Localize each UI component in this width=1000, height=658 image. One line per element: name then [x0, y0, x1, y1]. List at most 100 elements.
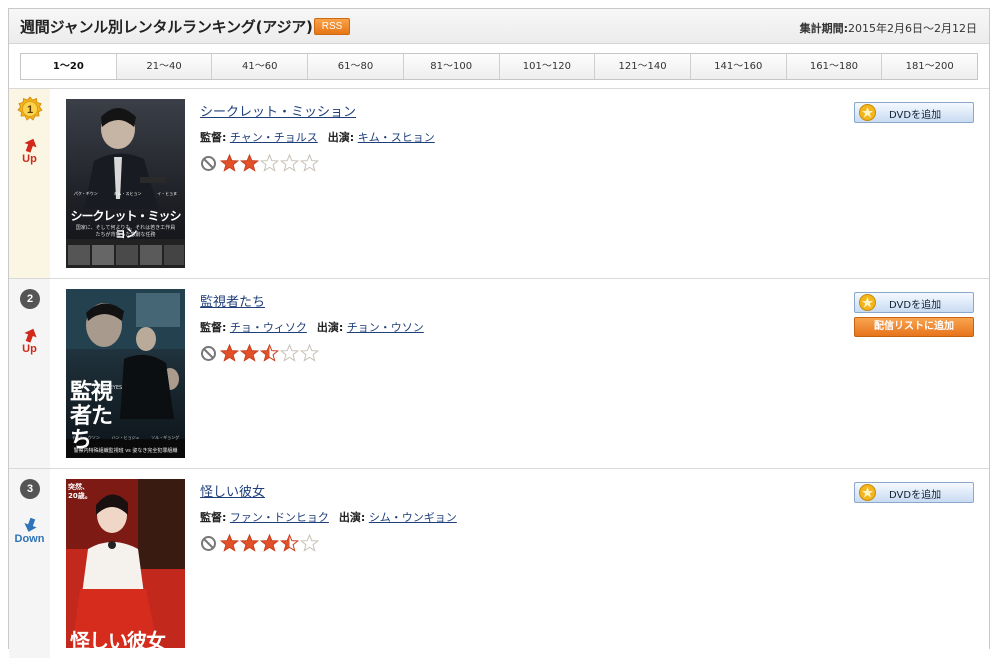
credits: 監督: チョ・ウィソク 出演: チョン・ウソン [200, 319, 434, 335]
trend-indicator: Down [9, 517, 50, 545]
rating-star-icon[interactable] [220, 154, 239, 172]
poster-tagline: 突然、20歳。 [68, 483, 92, 500]
tab-101-120[interactable]: 101～120 [498, 54, 595, 79]
rating-star-icon[interactable] [300, 344, 319, 362]
poster-tagline: 警察内特殊組織監視班 vs 姿なき完全犯罪組織 [73, 448, 178, 454]
trend-label: Down [14, 533, 45, 545]
ranking-row: 3 Down 突然、20歳。 怪しい彼女 怪しい彼女 監督: ファン・ドンヒョク… [9, 468, 989, 658]
ranking-row: 1 Up シークレット・ミッション 国家に、そして何よりも、それは若き工作員たち… [9, 88, 989, 278]
director-label: 監督: [200, 131, 227, 144]
period-label: 集計期間: [799, 22, 848, 35]
trend-label: Up [22, 153, 37, 165]
poster-cast: チョン・ウソン ハン・ヒョジュ ソル・ギョング [71, 435, 180, 440]
rating-star-icon[interactable] [280, 534, 299, 552]
rss-button[interactable]: RSS [314, 18, 350, 35]
star-rating [200, 534, 467, 552]
add-to-stream-list-button[interactable]: 配信リストに追加 [854, 317, 974, 337]
arrow-up-icon [23, 328, 37, 343]
rating-star-icon[interactable] [220, 534, 239, 552]
movie-title-link[interactable]: シークレット・ミッション [200, 101, 445, 120]
not-interested-icon[interactable] [200, 155, 217, 172]
star-rating [200, 344, 434, 362]
movie-poster[interactable]: 監視者たち COLD EYES チョン・ウソン ハン・ヒョジュ ソル・ギョング 警察… [66, 289, 185, 458]
add-dvd-button[interactable]: DVDを追加 [854, 482, 974, 503]
rank-range-tabs: 1～20 21～40 41～60 61～80 81～100 101～120 12… [20, 53, 978, 80]
period-value: 2015年2月6日～2月12日 [848, 22, 977, 35]
rating-star-icon[interactable] [240, 154, 259, 172]
trend-label: Up [22, 343, 37, 355]
director-label: 監督: [200, 511, 227, 524]
ranking-panel: 週間ジャンル別レンタルランキング(アジア) RSS 集計期間:2015年2月6日… [8, 8, 990, 658]
movie-info: 監視者たち 監督: チョ・ウィソク 出演: チョン・ウソン [200, 291, 434, 362]
director-label: 監督: [200, 321, 227, 334]
poster-cast: パク・ギウン キム・スヒョン イ・ヒョヌ [73, 191, 178, 196]
rating-star-icon[interactable] [220, 344, 239, 362]
star-coin-icon [859, 484, 876, 501]
cast-link[interactable]: チョン・ウソン [347, 321, 424, 334]
tab-81-100[interactable]: 81～100 [402, 54, 499, 79]
not-interested-icon[interactable] [200, 345, 217, 362]
panel-header: 週間ジャンル別レンタルランキング(アジア) RSS 集計期間:2015年2月6日… [9, 9, 989, 44]
rating-star-icon[interactable] [280, 154, 299, 172]
movie-title-link[interactable]: 怪しい彼女 [200, 481, 467, 500]
gold-rank-badge-icon: 1 [17, 96, 43, 121]
rating-star-icon[interactable] [300, 154, 319, 172]
poster-title: 怪しい彼女 [70, 629, 166, 648]
ranking-row: 2 Up 監視者たち COLD EYES チョン・ウソン ハン・ヒョジュ ソル・… [9, 278, 989, 468]
cast-label: 出演: [316, 321, 344, 334]
rating-star-icon[interactable] [240, 534, 259, 552]
credits: 監督: ファン・ドンヒョク 出演: シム・ウンギョン [200, 509, 467, 525]
tab-161-180[interactable]: 161～180 [785, 54, 882, 79]
poster-subtitle: COLD EYES [94, 385, 123, 391]
tab-181-200[interactable]: 181～200 [881, 54, 978, 79]
tab-41-60[interactable]: 41～60 [211, 54, 308, 79]
period-info: 集計期間:2015年2月6日～2月12日 [800, 20, 977, 36]
rating-star-icon[interactable] [280, 344, 299, 362]
page-title: 週間ジャンル別レンタルランキング(アジア) [20, 18, 313, 36]
add-dvd-label: DVDを追加 [889, 300, 942, 311]
poster-title: 監視者たち [70, 380, 113, 453]
tab-21-40[interactable]: 21～40 [115, 54, 212, 79]
rank-number: 2 [20, 289, 40, 309]
rank-column: 3 Down [9, 469, 50, 658]
tab-1-20[interactable]: 1～20 [21, 54, 116, 79]
rating-star-icon[interactable] [260, 154, 279, 172]
movie-poster[interactable]: 突然、20歳。 怪しい彼女 [66, 479, 185, 648]
cast-link[interactable]: シム・ウンギョン [369, 511, 457, 524]
add-dvd-label: DVDを追加 [889, 490, 942, 501]
movie-title-link[interactable]: 監視者たち [200, 291, 434, 310]
cast-label: 出演: [327, 131, 355, 144]
star-rating [200, 154, 445, 172]
tab-61-80[interactable]: 61～80 [307, 54, 403, 79]
star-coin-icon [859, 294, 876, 311]
director-link[interactable]: ファン・ドンヒョク [230, 511, 329, 524]
rating-star-icon[interactable] [260, 534, 279, 552]
trend-indicator: Up [9, 327, 50, 355]
movie-poster[interactable]: シークレット・ミッション 国家に、そして何よりも、それは若き工作員たちが背負った… [66, 99, 185, 268]
movie-info: 怪しい彼女 監督: ファン・ドンヒョク 出演: シム・ウンギョン [200, 481, 467, 552]
arrow-up-icon [23, 138, 37, 153]
trend-indicator: Up [9, 137, 50, 165]
rating-star-icon[interactable] [260, 344, 279, 362]
not-interested-icon[interactable] [200, 535, 217, 552]
director-link[interactable]: チョ・ウィソク [230, 321, 307, 334]
rank-column: 1 Up [9, 89, 50, 278]
rating-star-icon[interactable] [300, 534, 319, 552]
rank-column: 2 Up [9, 279, 50, 468]
rank-number: 1 [27, 104, 33, 116]
poster-tagline: 国家に、そして何よりも、それは若き工作員たちが背負った悲劇な任務 [75, 225, 176, 238]
add-dvd-button[interactable]: DVDを追加 [854, 292, 974, 313]
credits: 監督: チャン・チョルス 出演: キム・スヒョン [200, 129, 445, 145]
cast-label: 出演: [338, 511, 366, 524]
movie-info: シークレット・ミッション 監督: チャン・チョルス 出演: キム・スヒョン [200, 101, 445, 172]
director-link[interactable]: チャン・チョルス [230, 131, 318, 144]
add-dvd-button[interactable]: DVDを追加 [854, 102, 974, 123]
add-dvd-label: DVDを追加 [889, 110, 942, 121]
rating-star-icon[interactable] [240, 344, 259, 362]
rank-number: 3 [20, 479, 40, 499]
tab-141-160[interactable]: 141～160 [689, 54, 786, 79]
arrow-down-icon [23, 517, 37, 532]
cast-link[interactable]: キム・スヒョン [358, 131, 435, 144]
star-coin-icon [859, 104, 876, 121]
tab-121-140[interactable]: 121～140 [594, 54, 690, 79]
